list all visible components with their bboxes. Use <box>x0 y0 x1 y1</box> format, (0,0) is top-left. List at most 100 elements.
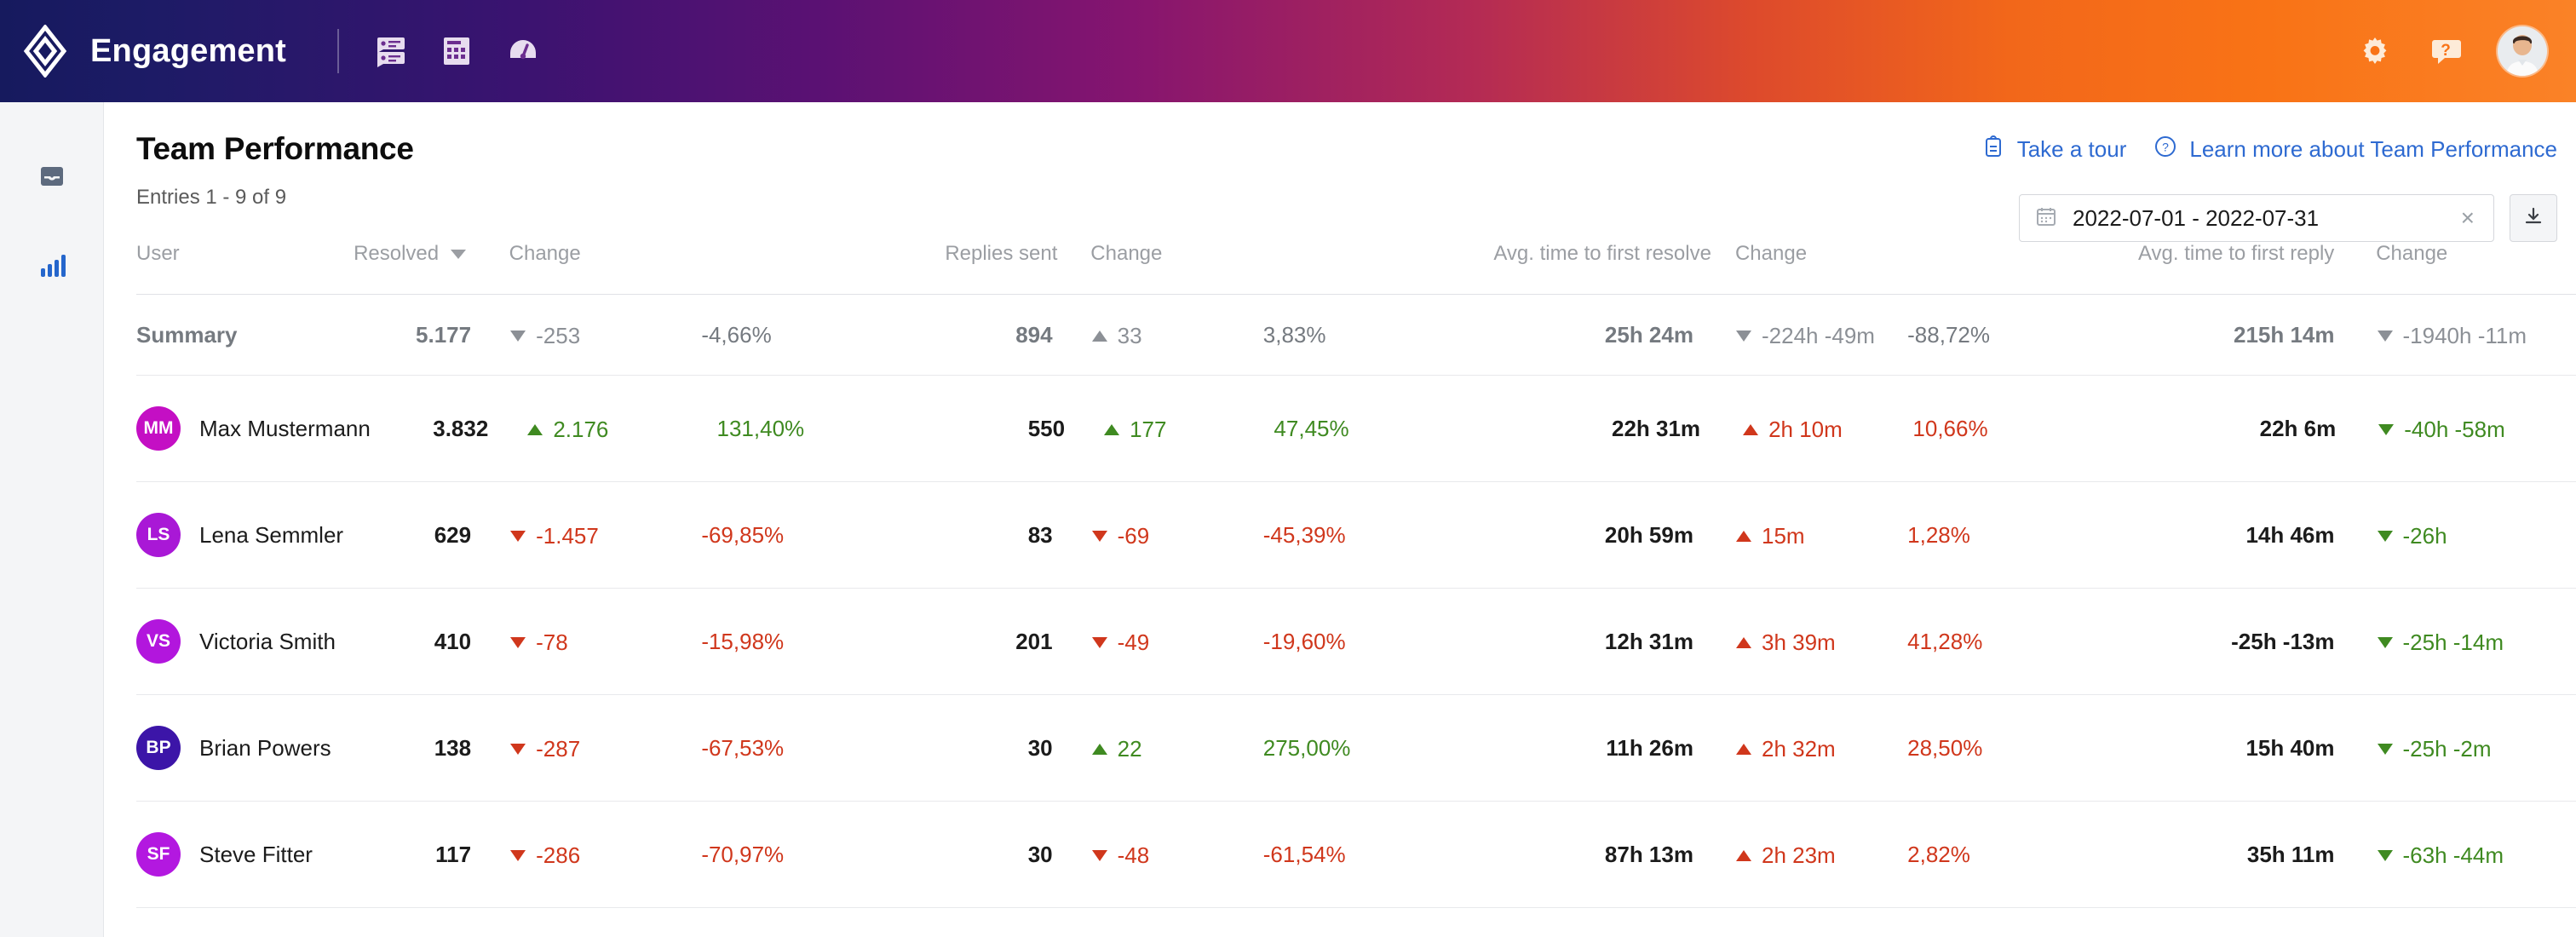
resolved-change: -1.457 <box>486 521 701 549</box>
caret-down-icon[interactable] <box>451 249 467 259</box>
svg-text:?: ? <box>2162 141 2169 154</box>
left-sidebar <box>0 102 104 937</box>
replies-change-pct: 275,00% <box>1262 734 1351 761</box>
first-reply-change: -40h -58m <box>2355 415 2542 443</box>
first-resolve-change-pct: 2,82% <box>1907 841 1970 867</box>
replies-value: 30 <box>1027 734 1053 761</box>
sidebar-item-reports[interactable] <box>26 244 78 286</box>
first-reply-change: -63h -44m <box>2354 841 2542 869</box>
col-change-resolved[interactable]: Change <box>486 242 702 266</box>
first-resolve-change: 2h 10m <box>1719 415 1912 443</box>
col-change-replies[interactable]: Change <box>1067 242 1263 266</box>
sidebar-item-inbox[interactable] <box>26 155 78 198</box>
resolved-change-pct: -67,53% <box>701 734 785 761</box>
avatar: LS <box>136 513 181 557</box>
user-cell[interactable]: BP Brian Powers <box>136 726 352 770</box>
summary-row: Summary 5.177 -253 -4,66% 894 33 3,83% 2… <box>136 295 2576 376</box>
table-row[interactable]: BP Brian Powers 138 -287 -67,53% 30 22 2… <box>136 695 2576 802</box>
first-reply-change: -25h -14m <box>2354 628 2542 656</box>
first-resolve-value: 11h 26m <box>1606 734 1693 761</box>
col-resolved[interactable]: Resolved <box>354 242 486 266</box>
top-navigation-bar: Engagement ? <box>0 0 2576 102</box>
download-icon <box>2521 204 2545 233</box>
table-row[interactable]: SF Steve Fitter 117 -286 -70,97% 30 -48 … <box>136 802 2576 908</box>
avatar: BP <box>136 726 181 770</box>
first-resolve-value: 22h 31m <box>1611 415 1701 441</box>
brand[interactable]: Engagement <box>19 23 286 79</box>
take-a-tour-link[interactable]: Take a tour <box>1981 135 2126 164</box>
replies-change-pct: -45,39% <box>1262 521 1346 548</box>
question-bubble-icon[interactable]: ? <box>2426 31 2467 72</box>
avatar: MM <box>136 406 181 451</box>
resolved-change-pct: -69,85% <box>701 521 785 548</box>
user-name: Brian Powers <box>199 734 331 761</box>
svg-text:?: ? <box>2441 42 2451 60</box>
replies-value: 550 <box>1027 415 1066 441</box>
resolved-change-pct: 131,40% <box>716 415 805 441</box>
col-avg-first-resolve[interactable]: Avg. time to first resolve <box>1493 242 1711 266</box>
user-cell[interactable]: LS Lena Semmler <box>136 513 352 557</box>
replies-change: -69 <box>1068 521 1263 549</box>
table-row[interactable]: MM Max Mustermann 3.832 2.176 131,40% 55… <box>136 376 2576 482</box>
user-cell[interactable]: VS Victoria Smith <box>136 619 352 664</box>
first-resolve-value: 87h 13m <box>1604 841 1693 867</box>
col-user[interactable]: User <box>136 242 354 266</box>
question-circle-icon: ? <box>2153 135 2177 164</box>
summary-first-resolve-pct: -88,72% <box>1907 321 1990 348</box>
learn-more-link[interactable]: ? Learn more about Team Performance <box>2153 135 2557 164</box>
user-name: Steve Fitter <box>199 841 313 867</box>
first-reply-value: 14h 46m <box>2245 521 2335 548</box>
first-reply-change: -26h <box>2354 521 2542 549</box>
summary-label: Summary <box>136 321 238 348</box>
table-row[interactable]: LS Lena Semmler 629 -1.457 -69,85% 83 -6… <box>136 482 2576 589</box>
first-resolve-change: 2h 23m <box>1712 841 1907 869</box>
first-reply-value: 35h 11m <box>2246 841 2335 867</box>
replies-change-pct: 47,45% <box>1274 415 1349 441</box>
replies-change: -49 <box>1068 628 1263 656</box>
first-resolve-value: 20h 59m <box>1604 521 1693 548</box>
summary-resolved-pct: -4,66% <box>701 321 772 348</box>
app-conversations[interactable] <box>370 31 411 72</box>
app-performance[interactable] <box>503 31 543 72</box>
summary-replies-pct: 3,83% <box>1262 321 1326 348</box>
avatar: SF <box>136 832 181 877</box>
summary-first-resolve-change: -224h -49m <box>1712 321 1907 349</box>
table-row[interactable]: VS Victoria Smith 410 -78 -15,98% 201 -4… <box>136 589 2576 695</box>
team-performance-table: User Resolved Change Replies sent Change… <box>104 242 2576 908</box>
main-content: Team Performance Entries 1 - 9 of 9 Take… <box>104 102 2576 937</box>
user-avatar[interactable] <box>2498 26 2547 76</box>
first-resolve-change-pct: 28,50% <box>1907 734 1983 761</box>
diamond-logo-icon <box>19 23 72 79</box>
resolved-value: 629 <box>434 521 472 548</box>
col-change-resolve-time[interactable]: Change <box>1711 242 1908 266</box>
first-resolve-change-pct: 10,66% <box>1912 415 1988 441</box>
first-reply-value: 15h 40m <box>2245 734 2335 761</box>
gear-icon[interactable] <box>2355 31 2395 72</box>
first-resolve-change-pct: 1,28% <box>1907 521 1970 548</box>
first-resolve-change-pct: 41,28% <box>1907 628 1983 654</box>
user-cell[interactable]: MM Max Mustermann <box>136 406 371 451</box>
first-resolve-value: 12h 31m <box>1604 628 1693 654</box>
col-replies-sent[interactable]: Replies sent <box>945 242 1067 266</box>
resolved-change-pct: -70,97% <box>701 841 785 867</box>
app-grid[interactable] <box>436 31 477 72</box>
calendar-icon <box>2035 205 2057 232</box>
resolved-change: -287 <box>486 734 701 762</box>
first-reply-change: -25h -2m <box>2354 734 2542 762</box>
col-avg-first-reply[interactable]: Avg. time to first reply <box>2138 242 2352 266</box>
first-resolve-change: 15m <box>1712 521 1907 549</box>
clipboard-icon <box>1981 135 2005 164</box>
resolved-value: 117 <box>435 841 472 867</box>
replies-value: 83 <box>1027 521 1053 548</box>
user-name: Lena Semmler <box>199 521 344 548</box>
first-reply-value: -25h -13m <box>2231 628 2335 654</box>
topbar-app-switcher <box>370 31 543 72</box>
date-range-picker[interactable]: 2022-07-01 - 2022-07-31 × <box>2019 194 2494 242</box>
col-change-reply-time[interactable]: Change <box>2352 242 2542 266</box>
summary-replies-change: 33 <box>1068 321 1263 349</box>
clear-date-range-icon[interactable]: × <box>2458 206 2478 230</box>
user-cell[interactable]: SF Steve Fitter <box>136 832 352 877</box>
download-button[interactable] <box>2510 194 2557 242</box>
resolved-value: 138 <box>434 734 472 761</box>
summary-replies: 894 <box>1015 321 1053 348</box>
